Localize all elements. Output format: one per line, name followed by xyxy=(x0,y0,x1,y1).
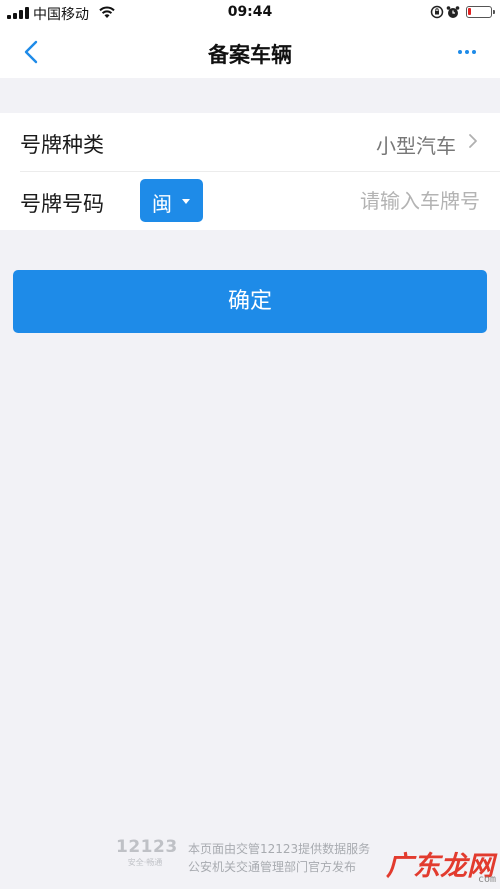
logo-tagline: 安全·畅通 xyxy=(127,858,163,867)
battery-level-fill xyxy=(468,8,471,15)
page-title: 备案车辆 xyxy=(208,43,292,67)
province-select-button[interactable]: 闽 xyxy=(140,179,203,222)
plate-type-row[interactable]: 号牌种类 小型汽车 xyxy=(0,113,500,172)
province-value: 闽 xyxy=(152,192,172,216)
battery-icon xyxy=(466,6,495,18)
plate-type-label: 号牌种类 xyxy=(20,133,104,157)
status-bar: 中国移动 09:44 xyxy=(0,0,500,26)
plate-number-input[interactable] xyxy=(220,181,480,221)
watermark: 广东龙网 com xyxy=(356,840,500,889)
vehicle-form: 号牌种类 小型汽车 号牌号码 闽 xyxy=(0,113,500,230)
chevron-right-icon xyxy=(469,134,477,148)
caret-down-icon xyxy=(182,199,190,204)
rotation-lock-icon xyxy=(430,5,444,19)
plate-number-label: 号牌号码 xyxy=(20,192,104,216)
plate-number-row: 号牌号码 闽 xyxy=(0,172,500,230)
alarm-icon xyxy=(446,6,460,18)
footer-disclaimer-2: 公安机关交通管理部门官方发布 xyxy=(188,860,357,874)
footer-disclaimer-1: 本页面由交管12123提供数据服务 xyxy=(188,842,371,856)
status-time: 09:44 xyxy=(227,4,273,20)
confirm-button[interactable]: 确定 xyxy=(13,270,487,333)
logo-number: 12123 xyxy=(116,837,178,857)
app-logo: 12123 安全·畅通 xyxy=(116,837,178,868)
plate-type-value[interactable]: 小型汽车 xyxy=(376,130,456,159)
ellipsis-icon[interactable] xyxy=(452,38,482,66)
watermark-domain: com xyxy=(477,874,496,885)
nav-bar: 备案车辆 xyxy=(0,26,500,78)
